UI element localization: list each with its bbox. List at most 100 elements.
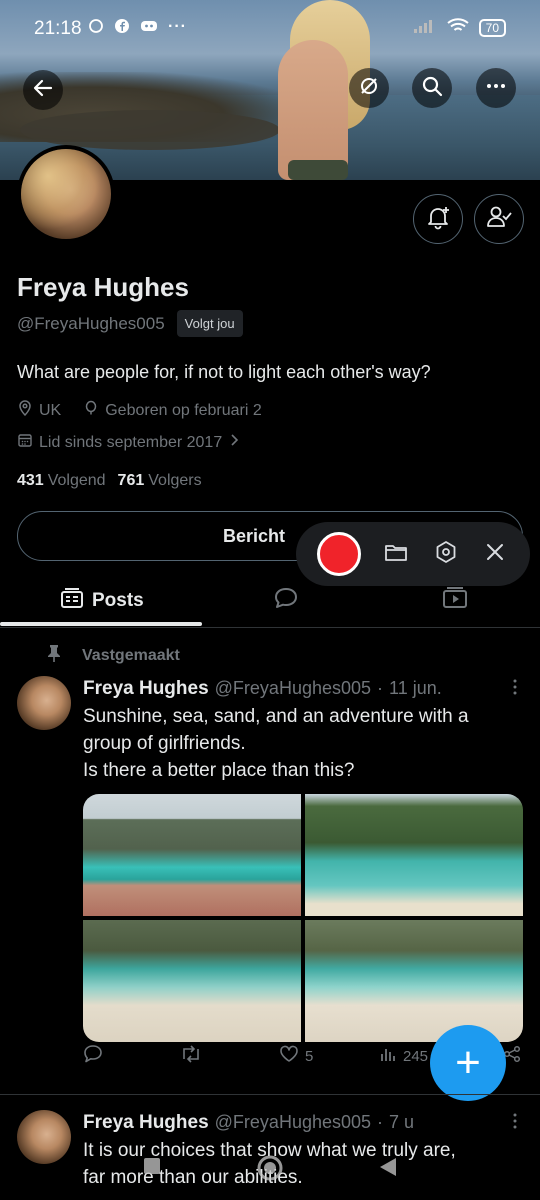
post-text-line: Sunshine, sea, sand, and an adventure wi… (83, 706, 469, 727)
repost-button[interactable] (179, 1044, 203, 1068)
location-pin-icon (17, 400, 33, 421)
post-photo-woman-beach-1[interactable] (83, 920, 301, 1042)
reply-button[interactable] (83, 1044, 103, 1068)
post-photo-group-beach[interactable] (83, 794, 301, 916)
plus-icon: + (455, 1038, 481, 1087)
joined-item[interactable]: Lid sinds september 2017 (17, 432, 240, 453)
screen-recorder-toolbar (296, 522, 530, 586)
banner-figure-swimwear (288, 160, 348, 180)
video-play-icon (442, 586, 468, 616)
post-text-line: Is there a better place than this? (83, 760, 355, 781)
message-button-label: Bericht (222, 525, 285, 546)
battery-indicator: 70 (478, 19, 506, 37)
post-header: Freya Hughes @FreyaHughes005 · 11 jun. (83, 678, 442, 700)
post-time: 7 u (389, 1112, 415, 1132)
folder-button[interactable] (382, 540, 410, 568)
post-author-handle[interactable]: @FreyaHughes005 (215, 678, 371, 699)
like-button[interactable]: 5 (279, 1044, 313, 1068)
tab-replies[interactable] (273, 574, 299, 628)
post-more-button[interactable] (512, 1112, 518, 1135)
post-text: Sunshine, sea, sand, and an adventure wi… (83, 703, 523, 784)
back-button[interactable] (23, 70, 63, 110)
bell-plus-icon (425, 204, 451, 235)
follows-you-badge: Volgt jou (176, 310, 243, 337)
bar-chart-icon (379, 1045, 397, 1067)
profile-handle: @FreyaHughes005 (17, 313, 165, 333)
post-photo-woman-beach-2[interactable] (305, 920, 523, 1042)
discord-icon (140, 18, 158, 39)
more-options-button[interactable] (476, 68, 516, 108)
following-button[interactable] (474, 194, 524, 244)
home-circle-icon (256, 1155, 284, 1186)
reply-icon (83, 1044, 103, 1068)
more-notifications-icon: ··· (168, 18, 187, 35)
post-avatar[interactable] (17, 676, 71, 730)
calendar-icon (17, 432, 33, 453)
back-nav-button[interactable] (378, 1156, 398, 1183)
status-notification-icons: ··· (88, 18, 187, 39)
follow-counts: 431 Volgend 761 Volgers (17, 472, 202, 490)
search-button[interactable] (412, 68, 452, 108)
banner-rocks-foreground (20, 110, 280, 150)
post-media-grid (83, 794, 523, 1042)
status-bar: 21:18 ··· 70 (0, 0, 540, 60)
notifications-subscribe-button[interactable] (413, 194, 463, 244)
balloon-icon (83, 400, 99, 421)
followers-link[interactable]: 761 Volgers (118, 472, 202, 490)
location-item: UK (17, 400, 61, 421)
followers-count: 761 (117, 472, 145, 489)
search-icon (421, 75, 443, 102)
post-text-line: group of girlfriends. (83, 733, 246, 754)
profile-meta-row: UK Geboren op februari 2 (17, 400, 262, 421)
profile-avatar[interactable] (17, 145, 115, 243)
repost-icon (179, 1044, 203, 1068)
joined-text: Lid sinds september 2017 (39, 433, 223, 451)
post-divider (0, 1094, 540, 1095)
post-author-name[interactable]: Freya Hughes (83, 678, 209, 700)
tab-posts[interactable]: Posts (60, 574, 144, 628)
post-separator: · (377, 1112, 384, 1132)
handle-row: @FreyaHughes005 Volgt jou (17, 310, 243, 337)
status-system-icons: 70 (413, 18, 506, 38)
views-button[interactable]: 245 (379, 1045, 428, 1067)
pinned-text: Vastgemaakt (82, 646, 180, 664)
system-navigation-bar (0, 1150, 540, 1190)
tab-posts-label: Posts (92, 590, 144, 611)
following-link[interactable]: 431 Volgend (17, 472, 106, 490)
grok-button[interactable] (349, 68, 389, 108)
like-count: 5 (305, 1047, 314, 1065)
location-text: UK (39, 401, 62, 419)
chevron-right-icon (228, 433, 240, 452)
pin-icon (46, 644, 62, 667)
birthday-text: Geboren op februari 2 (105, 401, 262, 419)
followers-label: Volgers (148, 472, 202, 489)
reply-bubble-icon (273, 586, 299, 616)
triangle-back-icon (378, 1158, 398, 1182)
recorder-settings-button[interactable] (432, 540, 460, 568)
recent-apps-button[interactable] (142, 1156, 162, 1181)
joined-row[interactable]: Lid sinds september 2017 (17, 432, 240, 453)
settings-hexagon-icon (434, 540, 458, 569)
pinned-label: Vastgemaakt (46, 644, 180, 667)
status-time: 21:18 (34, 18, 82, 39)
post-time: 11 jun. (389, 678, 442, 698)
folder-icon (384, 541, 408, 568)
post-photo-boats[interactable] (305, 794, 523, 916)
close-icon (485, 542, 505, 567)
post-author-handle[interactable]: @FreyaHughes005 (215, 1112, 371, 1133)
post-more-button[interactable] (512, 678, 518, 701)
record-button[interactable] (316, 532, 361, 576)
recorder-close-button[interactable] (481, 540, 509, 568)
person-check-icon (486, 204, 512, 235)
chat-bubble-icon (88, 18, 104, 39)
grok-icon (358, 75, 380, 102)
active-tab-indicator (0, 622, 202, 626)
post-author-name[interactable]: Freya Hughes (83, 1112, 209, 1134)
views-count: 245 (403, 1047, 429, 1065)
compose-post-button[interactable]: + (430, 1025, 506, 1101)
following-count: 431 (17, 472, 44, 489)
facebook-icon (114, 18, 130, 39)
post-separator: · (377, 678, 384, 698)
home-button[interactable] (256, 1154, 284, 1187)
post-header: Freya Hughes @FreyaHughes005 · 7 u (83, 1112, 414, 1134)
